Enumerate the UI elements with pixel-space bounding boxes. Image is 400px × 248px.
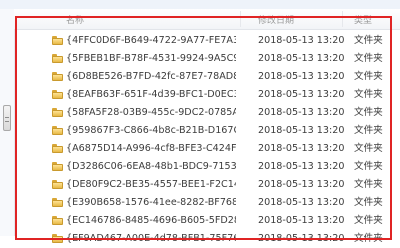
highlight-frame (15, 16, 392, 240)
navigation-pane (0, 9, 15, 236)
scrollbar-thumb[interactable] (3, 105, 11, 131)
